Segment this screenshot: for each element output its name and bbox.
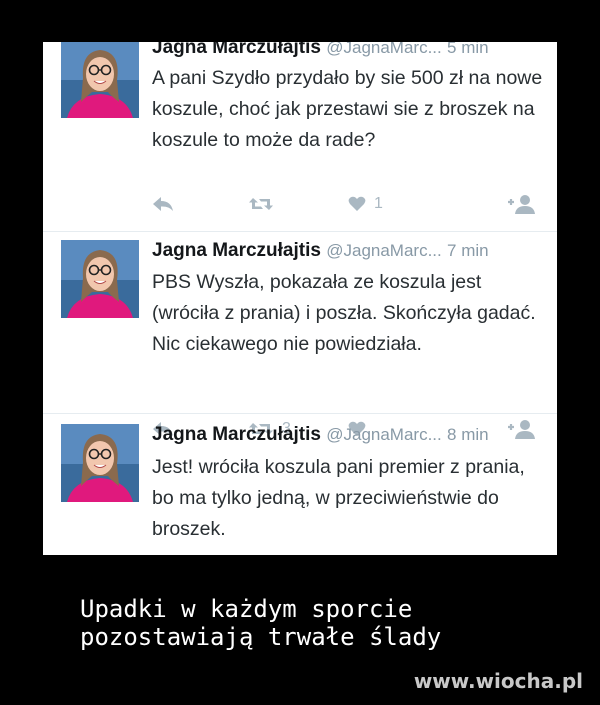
author-name[interactable]: Jagna Marczułajtis	[152, 240, 321, 261]
reply-icon	[153, 197, 173, 211]
author-handle[interactable]: @JagnaMarc...	[326, 241, 442, 260]
like-button[interactable]: 1	[348, 192, 383, 216]
tweet-header: Jagna Marczułajtis @JagnaMarc... 7 min	[152, 239, 489, 263]
avatar[interactable]	[61, 42, 139, 118]
tweet-text: A pani Szydło przydało by sie 500 zł na …	[152, 67, 543, 151]
tweet-header: Jagna Marczułajtis @JagnaMarc... 8 min	[152, 423, 489, 447]
tweet-2[interactable]: Jagna Marczułajtis @JagnaMarc... 7 min P…	[43, 231, 557, 439]
follow-button[interactable]	[507, 192, 537, 216]
avatar[interactable]	[61, 240, 139, 318]
tweet-header: Jagna Marczułajtis @JagnaMarc... 5 min	[152, 42, 489, 60]
avatar[interactable]	[61, 424, 139, 502]
tweet-actions: 1	[152, 192, 547, 216]
author-handle[interactable]: @JagnaMarc...	[326, 42, 442, 57]
follow-icon	[508, 195, 535, 214]
meme-caption: Upadki w każdym sporcie pozostawiają trwa…	[80, 595, 441, 651]
site-watermark: www.wiocha.pl	[413, 669, 583, 693]
author-name[interactable]: Jagna Marczułajtis	[152, 42, 321, 58]
tweet-time[interactable]: 8 min	[447, 425, 489, 444]
tweet-list: Jagna Marczułajtis @JagnaMarc... 5 min A…	[43, 42, 557, 555]
caption-line-1: Upadki w każdym sporcie	[80, 595, 413, 623]
author-handle[interactable]: @JagnaMarc...	[326, 425, 442, 444]
retweet-icon	[249, 198, 273, 210]
tweet-text: PBS Wyszła, pokazała ze koszula jest (wr…	[152, 271, 536, 355]
retweet-button[interactable]	[248, 192, 282, 216]
reply-button[interactable]	[152, 192, 174, 216]
heart-icon	[348, 196, 366, 211]
like-count: 1	[374, 195, 383, 212]
tweet-time[interactable]: 5 min	[447, 42, 489, 57]
tweet-3[interactable]: Jagna Marczułajtis @JagnaMarc... 8 min J…	[43, 413, 557, 555]
tweet-time[interactable]: 7 min	[447, 241, 489, 260]
caption-line-2: pozostawiają trwałe ślady	[80, 623, 442, 651]
author-name[interactable]: Jagna Marczułajtis	[152, 424, 321, 445]
tweet-text: Jest! wróciła koszula pani premier z pra…	[152, 456, 525, 540]
tweet-1[interactable]: Jagna Marczułajtis @JagnaMarc... 5 min A…	[43, 42, 557, 223]
